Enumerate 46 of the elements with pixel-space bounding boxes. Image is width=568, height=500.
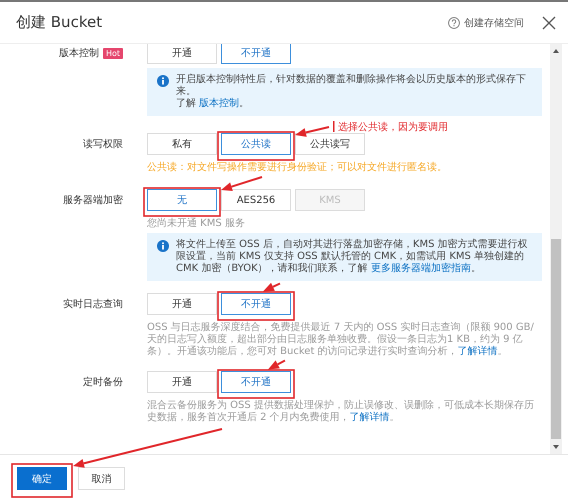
arrow (263, 282, 280, 292)
option-button[interactable]: 开通 (147, 371, 217, 393)
description-text: 混合云备份服务为 OSS 提供数据处理保护，防止误修改、误删除，可低成本长期保存历史数据，服务首次开通后 2 个月内免费使用，了解详情。 (147, 400, 535, 424)
scrollbar[interactable] (550, 44, 562, 454)
option-button[interactable]: 公共读 (221, 133, 291, 155)
field-label: 定时备份 (83, 376, 123, 389)
info-icon (157, 240, 169, 252)
option-button[interactable]: AES256 (221, 189, 291, 211)
annotation-text: 选择公共读，因为要调用 (338, 120, 448, 134)
confirm-button[interactable]: 确定 (17, 467, 67, 490)
cancel-button[interactable]: 取消 (78, 467, 125, 490)
info-icon (157, 75, 169, 87)
field-label: 读写权限 (83, 138, 123, 151)
hint-text: 您尚未开通 KMS 服务 (147, 218, 246, 230)
option-button[interactable]: 开通 (147, 44, 217, 64)
field-label: 服务器端加密 (63, 194, 123, 207)
option-button[interactable]: 开通 (147, 293, 217, 315)
link[interactable]: 版本控制 (199, 98, 240, 109)
warning-text: 公共读：对文件写操作需要进行身份验证；可以对文件进行匿名读。 (147, 162, 448, 174)
hot-badge: Hot (102, 48, 123, 58)
link[interactable]: 更多服务器端加密指南 (370, 263, 471, 274)
scroll-up-icon[interactable] (553, 49, 559, 53)
help-icon (448, 16, 460, 28)
arrow (268, 360, 286, 370)
option-button[interactable]: 不开通 (221, 371, 291, 393)
arrow (295, 126, 330, 137)
highlight-frame (11, 463, 73, 498)
dialog-title: 创建 Bucket (16, 13, 104, 32)
link[interactable]: 了解详情 (458, 346, 498, 357)
close-icon[interactable] (542, 16, 556, 30)
scroll-down-icon[interactable] (553, 445, 559, 449)
option-button[interactable]: 不开通 (221, 44, 291, 64)
help-link[interactable]: 创建存储空间 (448, 16, 524, 30)
arrow (221, 176, 262, 191)
option-button[interactable]: 不开通 (221, 293, 291, 315)
field-label: 版本控制 (58, 46, 99, 60)
option-button[interactable]: 公共读写 (295, 133, 365, 155)
description-text: OSS 与日志服务深度结合，免费提供最近 7 天内的 OSS 实时日志查询（限额 900 GB/天的日志写入额度，超出部分由日志服务单独收费。假设一条日志为1 KB，约为 9 亿条）。开通该功能后，您可对 Bucket 的访问记录进行实时查询分析，了解详情。 (147, 322, 535, 358)
link[interactable]: 了解详情 (350, 412, 390, 423)
scrollbar-thumb[interactable] (551, 239, 561, 439)
option-button[interactable]: 私有 (147, 133, 217, 155)
option-button[interactable]: 无 (147, 189, 217, 211)
annotation-mark (333, 121, 334, 132)
info-note: 将文件上传至 OSS 后，自动对其进行落盘加密存储，KMS 加密方式需要进行权限设置，当前 KMS 仅支持 OSS 默认托管的 CMK，如需试用 KMS 单独创建的 CMK 加密（BYOK），请和我们联系，了解 更多服务器端加密指南。 (176, 239, 529, 275)
info-note: 开启版本控制特性后，针对数据的覆盖和删除操作将会以历史版本的形式保存下来。 了解 版本控制。 (176, 74, 527, 110)
field-label: 实时日志查询 (63, 298, 123, 311)
